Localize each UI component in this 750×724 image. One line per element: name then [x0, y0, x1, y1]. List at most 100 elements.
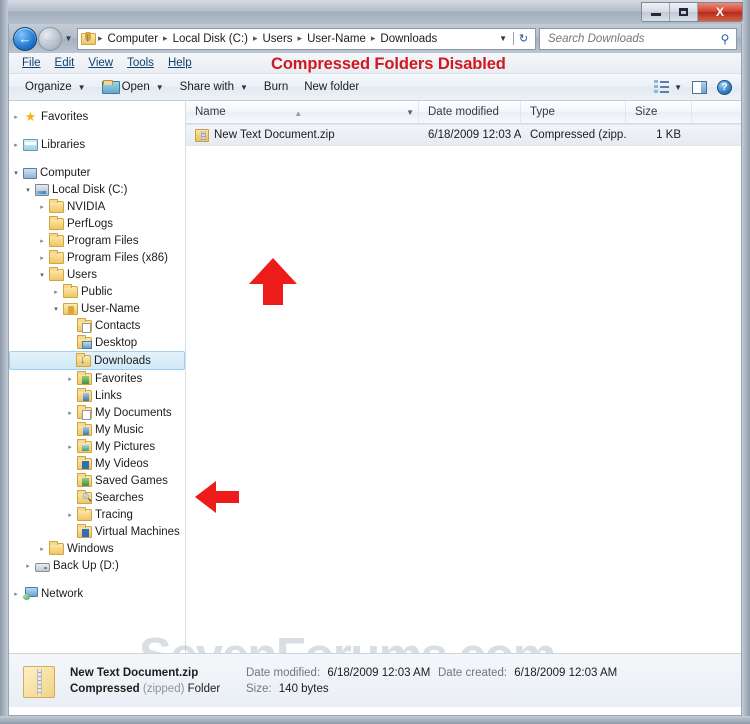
explorer-window: X ← → ▼ ▸ Computer ▸ Local Disk (C:) ▸ U…: [0, 0, 750, 724]
savedgames-folder-icon: [77, 473, 92, 487]
chevron-right-icon[interactable]: ▸: [21, 562, 35, 570]
sidebar-item-program-files[interactable]: ▸ Program Files: [9, 232, 185, 249]
chevron-right-icon[interactable]: ▸: [63, 409, 77, 417]
sidebar-item-program-files-x86[interactable]: ▸ Program Files (x86): [9, 249, 185, 266]
sidebar-item-virtual-machines[interactable]: Virtual Machines: [9, 523, 185, 540]
sidebar-item-public[interactable]: ▸ Public: [9, 283, 185, 300]
share-with-button[interactable]: Share with ▼: [172, 77, 256, 97]
sidebar-item-user-name[interactable]: ▾ User-Name: [9, 300, 185, 317]
chevron-down-icon[interactable]: ▼: [406, 101, 414, 124]
breadcrumb-item-user-name[interactable]: User-Name: [303, 32, 370, 46]
sidebar-item-libraries[interactable]: ▸ Libraries: [9, 136, 185, 153]
sidebar-item-desktop[interactable]: Desktop: [9, 334, 185, 351]
burn-button[interactable]: Burn: [256, 77, 296, 97]
sidebar-item-tracing[interactable]: ▸ Tracing: [9, 506, 185, 523]
sidebar-item-searches[interactable]: Searches: [9, 489, 185, 506]
window-frame-right: [742, 0, 750, 724]
sidebar-item-nvidia[interactable]: ▸ NVIDIA: [9, 198, 185, 215]
chevron-right-icon[interactable]: ▸: [9, 113, 23, 121]
sidebar-item-downloads[interactable]: Downloads: [9, 351, 185, 370]
file-name-cell[interactable]: New Text Document.zip: [186, 128, 419, 142]
sidebar-item-computer[interactable]: ▾ Computer: [9, 164, 185, 181]
close-button[interactable]: X: [698, 3, 742, 21]
sidebar-item-favorites[interactable]: ▸ ★ Favorites: [9, 108, 185, 125]
breadcrumb-item-local-disk[interactable]: Local Disk (C:): [169, 32, 252, 46]
column-header-date-modified[interactable]: Date modified: [419, 101, 521, 124]
chevron-right-icon[interactable]: ▸: [35, 203, 49, 211]
details-file-type-bold: Compressed: [70, 682, 140, 695]
menu-tools[interactable]: Tools: [120, 55, 161, 71]
zipper-shape: [37, 668, 42, 695]
search-input[interactable]: [546, 31, 718, 46]
sidebar-item-saved-games[interactable]: Saved Games: [9, 472, 185, 489]
forward-button[interactable]: →: [38, 26, 62, 51]
breadcrumb-item-users[interactable]: Users: [259, 32, 297, 46]
new-folder-button[interactable]: New folder: [296, 77, 367, 97]
help-button[interactable]: ?: [712, 77, 737, 98]
column-header-date-label: Date modified: [428, 105, 499, 118]
sidebar-item-contacts[interactable]: Contacts: [9, 317, 185, 334]
chevron-right-icon[interactable]: ▸: [35, 545, 49, 553]
column-header-name[interactable]: Name ▴ ▼: [186, 101, 419, 124]
chevron-down-icon[interactable]: ▼: [494, 34, 512, 43]
sidebar-item-label: Saved Games: [95, 474, 168, 487]
change-view-button[interactable]: ▼: [649, 77, 687, 97]
details-size-value: 140 bytes: [278, 682, 329, 695]
sidebar-item-users[interactable]: ▾ Users: [9, 266, 185, 283]
chevron-right-icon[interactable]: ▸: [49, 288, 63, 296]
menu-file[interactable]: File: [15, 55, 48, 71]
navigation-pane[interactable]: ▸ ★ Favorites ▸ Libraries ▾ Computer ▾ L…: [9, 101, 186, 653]
user-folder-icon: [63, 303, 78, 315]
sidebar-item-windows[interactable]: ▸ Windows: [9, 540, 185, 557]
sidebar-item-network[interactable]: ▸ Network: [9, 585, 185, 602]
breadcrumb-item-computer[interactable]: Computer: [104, 32, 163, 46]
details-pane: New Text Document.zip Date modified: 6/1…: [9, 653, 741, 707]
sidebar-item-my-pictures[interactable]: ▸ My Pictures: [9, 438, 185, 455]
chevron-right-icon[interactable]: ▸: [63, 443, 77, 451]
breadcrumb[interactable]: ▸ Computer ▸ Local Disk (C:) ▸ Users ▸ U…: [77, 27, 536, 50]
sidebar-item-my-music[interactable]: My Music: [9, 421, 185, 438]
back-button[interactable]: ←: [13, 26, 37, 51]
chevron-down-icon[interactable]: ▾: [9, 169, 23, 177]
sidebar-item-my-videos[interactable]: My Videos: [9, 455, 185, 472]
sidebar-item-favorites-user[interactable]: ▸ Favorites: [9, 370, 185, 387]
menu-help[interactable]: Help: [161, 55, 199, 71]
window-controls: X: [641, 2, 743, 22]
sidebar-item-links[interactable]: Links: [9, 387, 185, 404]
menu-edit[interactable]: Edit: [48, 55, 82, 71]
sidebar-item-backup-d[interactable]: ▸ Back Up (D:): [9, 557, 185, 574]
details-date-modified-label: Date modified:: [246, 666, 321, 679]
sidebar-item-local-disk-c[interactable]: ▾ Local Disk (C:): [9, 181, 185, 198]
menu-view[interactable]: View: [81, 55, 120, 71]
breadcrumb-folder-icon: [81, 32, 96, 45]
chevron-right-icon[interactable]: ▸: [9, 590, 23, 598]
open-button[interactable]: Open ▼: [94, 76, 172, 98]
file-list-pane[interactable]: Name ▴ ▼ Date modified Type Size New Tex…: [186, 101, 741, 653]
sidebar-item-label: Desktop: [95, 336, 138, 349]
chevron-down-icon[interactable]: ▾: [35, 271, 49, 279]
minimize-button[interactable]: [642, 3, 670, 21]
sidebar-item-label: Favorites: [95, 372, 143, 385]
chevron-down-icon[interactable]: ▾: [21, 186, 35, 194]
chevron-right-icon[interactable]: ▸: [35, 237, 49, 245]
column-header-type[interactable]: Type: [521, 101, 626, 124]
sidebar-item-perflogs[interactable]: PerfLogs: [9, 215, 185, 232]
table-row[interactable]: New Text Document.zip 6/18/2009 12:03 AM…: [186, 124, 741, 146]
search-icon[interactable]: ⚲: [718, 32, 732, 46]
search-box[interactable]: ⚲: [539, 27, 737, 50]
chevron-down-icon[interactable]: ▾: [49, 305, 63, 313]
chevron-right-icon[interactable]: ▸: [35, 254, 49, 262]
chevron-right-icon[interactable]: ▸: [63, 511, 77, 519]
sidebar-item-my-documents[interactable]: ▸ My Documents: [9, 404, 185, 421]
chevron-right-icon[interactable]: ▸: [9, 141, 23, 149]
organize-button[interactable]: Organize ▼: [17, 77, 94, 97]
show-preview-pane-button[interactable]: [687, 78, 712, 97]
sidebar-item-label: Local Disk (C:): [52, 183, 128, 196]
column-header-size[interactable]: Size: [626, 101, 692, 124]
chevron-right-icon[interactable]: ▸: [63, 375, 77, 383]
sidebar-item-label: Computer: [40, 166, 91, 179]
breadcrumb-item-downloads[interactable]: Downloads: [376, 32, 441, 46]
recent-pages-button[interactable]: ▼: [62, 34, 75, 43]
maximize-button[interactable]: [670, 3, 698, 21]
refresh-icon[interactable]: ↻: [513, 32, 533, 45]
